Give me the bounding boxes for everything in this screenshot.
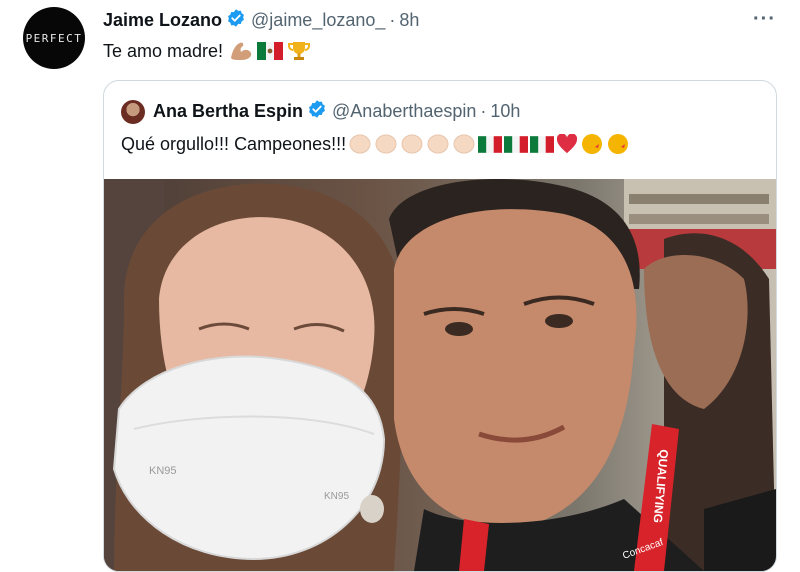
kissing-face-icon (608, 134, 629, 154)
mask-text-left: KN95 (149, 465, 177, 477)
quoted-avatar (121, 99, 145, 124)
author-name[interactable]: Jaime Lozano (103, 10, 222, 31)
trophy-icon (288, 42, 311, 60)
kissing-face-icon (582, 134, 603, 154)
selfie-illustration: KN95 KN95 QUALIFYING Concacaf (104, 179, 776, 571)
quoted-time[interactable]: 10h (490, 101, 520, 122)
clapping-hands-icon (349, 134, 371, 154)
more-icon[interactable]: ··· (753, 8, 776, 31)
separator-dot: · (389, 9, 396, 30)
verified-icon (307, 99, 327, 124)
mexico-flag-icon (257, 42, 284, 60)
flexed-biceps-icon (231, 42, 252, 60)
author-avatar[interactable]: PERFECT (23, 7, 85, 69)
red-heart-icon (557, 134, 578, 154)
clapping-hands-icon (427, 134, 449, 154)
clapping-hands-icon (453, 134, 475, 154)
tweet-time[interactable]: 8h (399, 10, 419, 31)
tweet-emoji-group (229, 40, 311, 62)
tweet-text: Te amo madre! (103, 40, 311, 62)
mexico-flag-icon (530, 135, 555, 153)
mask-text-right: KN95 (324, 491, 349, 502)
separator-dot: · (480, 101, 487, 121)
quoted-text-content: Qué orgullo!!! Campeones!!! (121, 133, 347, 154)
quoted-tweet[interactable]: Ana Bertha Espin @Anaberthaespin · 10h Q… (103, 80, 777, 572)
author-handle[interactable]: @jaime_lozano_ (251, 10, 385, 31)
quoted-handle[interactable]: @Anaberthaespin (332, 101, 476, 122)
quoted-header: Ana Bertha Espin @Anaberthaespin · 10h (121, 99, 520, 124)
verified-icon (226, 8, 246, 33)
quoted-text: Qué orgullo!!! Campeones!!! (121, 133, 630, 155)
clapping-hands-icon (401, 134, 423, 154)
mexico-flag-icon (478, 135, 503, 153)
clapping-hands-icon (375, 134, 397, 154)
tweet-text-content: Te amo madre! (103, 40, 224, 61)
quoted-emoji-group (348, 133, 630, 155)
avatar-text: PERFECT (25, 31, 83, 45)
quoted-photo[interactable]: KN95 KN95 QUALIFYING Concacaf (104, 179, 776, 571)
mexico-flag-icon (504, 135, 529, 153)
tweet-header: Jaime Lozano @jaime_lozano_ · 8h (103, 8, 419, 32)
quoted-author-name[interactable]: Ana Bertha Espin (153, 101, 303, 122)
